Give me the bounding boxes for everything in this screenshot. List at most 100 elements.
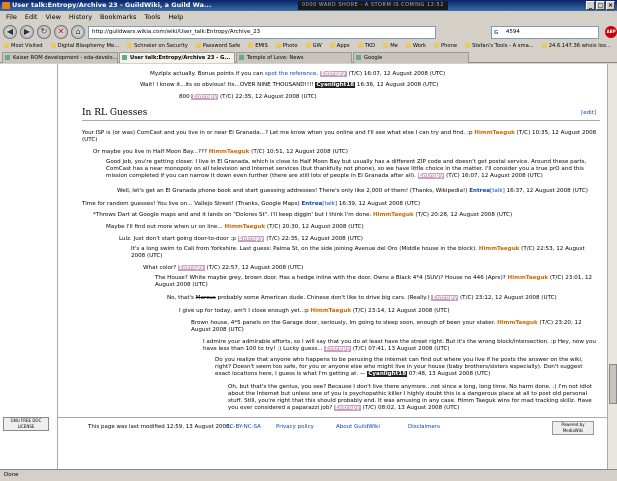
comment-post: It's a long swim to Cali from Yorkshire.… [131,246,585,259]
user-signature[interactable]: Cyanlight18 [367,371,408,377]
back-icon[interactable]: ◀ [3,25,17,39]
google-icon: G [493,29,499,36]
menu-tools[interactable]: Tools [144,11,160,23]
user-signature[interactable]: Entropy [319,71,347,77]
tab-kaiser[interactable]: Kaiser ROM development - xda-develo... [2,52,118,63]
user-signature[interactable]: HimmTaeguk [497,320,538,326]
forward-icon[interactable]: ▶ [20,25,34,39]
url-input[interactable]: http://guildwars.wikia.com/wiki/User_tal… [88,25,436,39]
section-title: In RL Guesses [82,108,148,118]
comment-post: Do you realize that anyone who happens t… [215,357,583,377]
bookmark-item[interactable]: TKD [358,41,376,52]
comment-post: Your ISP is (or was) ComCast and you liv… [82,130,597,143]
bookmark-item[interactable]: Me [383,41,398,52]
mediawiki-badge[interactable]: Powered by MediaWiki [552,421,594,435]
media-player-ticker: 0000 WARD SHORE - A STORM IS COMING 12:5… [298,1,448,10]
menu-bookmarks[interactable]: Bookmarks [100,11,136,23]
menu-bar: File Edit View History Bookmarks Tools H… [0,11,617,23]
vertical-scrollbar[interactable] [607,64,617,469]
tab-strip: Kaiser ROM development - xda-develo... U… [0,52,617,63]
comment-post: Lulz. Just don't start going door-to-doo… [119,236,363,242]
search-value: 4594 [505,28,520,35]
menu-history[interactable]: History [69,11,92,23]
comment-post: The House? White maybe grey, brown door.… [155,275,593,288]
user-signature[interactable]: Cyanlight18 [315,82,356,88]
comment-post: I give up for today, am't I close enough… [179,308,450,314]
comment-post: Good job, you're getting closer. I live … [106,159,587,179]
close-button[interactable]: × [606,1,615,10]
bookmark-item[interactable]: Work [406,41,426,52]
firefox-icon [2,2,10,9]
tab-google[interactable]: Google [353,52,469,63]
user-signature[interactable]: Entropy [237,236,265,242]
about-link[interactable]: About GuildWiki [336,424,380,430]
user-signature[interactable]: Entropy [324,346,352,352]
comment-post: No, that's Marcus probably some American… [167,295,557,301]
comment-post: What color? Entropy (T/C) 22:57, 12 Augu… [143,265,304,271]
menu-edit[interactable]: Edit [25,11,38,23]
bookmark-item[interactable]: Apps [330,41,350,52]
comment-line: Myzlplx actually. Bonus points if you ca… [150,71,446,77]
bookmarks-toolbar: Most Visited Digital Blasphemy Me... Sch… [0,41,617,52]
menu-help[interactable]: Help [168,11,183,23]
reference-link[interactable]: spot the reference. [265,71,318,77]
navigation-toolbar: ◀ ▶ ↻ ✕ ⌂ http://guildwars.wikia.com/wik… [0,23,617,41]
user-signature[interactable]: Entropy [334,405,361,411]
user-signature[interactable]: HimmTaeguk [479,246,520,252]
home-icon[interactable]: ⌂ [71,25,85,39]
comment-post: Well, let's get an El Granada phone book… [117,188,588,194]
bookmark-item[interactable]: Phone [434,41,457,52]
license-link[interactable]: CC-BY-NC-SA [226,424,261,430]
minimize-button[interactable]: _ [586,1,595,10]
status-text: Done [4,472,19,478]
menu-view[interactable]: View [45,11,60,23]
bookmark-item[interactable]: GW [306,41,322,52]
menu-file[interactable]: File [6,11,17,23]
user-signature[interactable]: HimmTaeguk [224,224,265,230]
comment-post: Brown house, 4*5 panels on the Garage do… [191,320,582,333]
struck-text: Marcus [195,295,216,301]
bookmark-item[interactable]: Schneier on Security [127,41,188,52]
bookmark-item[interactable]: Most Visited [4,41,43,52]
tab-user-talk[interactable]: User talk:Entropy/Archive 23 - G... [119,52,235,63]
gnu-license-badge[interactable]: GNU FREE DOC LICENSE [3,417,49,431]
window-title: User talk:Entropy/Archive 23 - GuildWiki… [12,1,212,9]
bookmark-item[interactable]: Password Safe [196,41,240,52]
bookmark-item[interactable]: 24.6.147.36 whois loo... [542,41,611,52]
user-signature[interactable]: HimmTaeguk [310,308,351,314]
search-input[interactable]: G 4594 [490,25,600,39]
stop-icon[interactable]: ✕ [54,25,68,39]
user-signature[interactable]: Entropy [178,265,205,271]
user-signature[interactable]: HimmTaeguk [508,275,549,281]
bookmark-item[interactable]: Stefan's Tools - A sma... [465,41,534,52]
privacy-link[interactable]: Privacy policy [276,424,314,430]
wiki-article: Myzlplx actually. Bonus points if you ca… [57,64,608,469]
section-heading: In RL Guesses [edit] [82,108,600,121]
user-signature[interactable]: Entropy [431,295,459,301]
bookmark-item[interactable]: Digital Blasphemy Me... [51,41,120,52]
edit-section-link[interactable]: [edit] [581,110,596,116]
page-content: Myzlplx actually. Bonus points if you ca… [0,64,617,469]
user-signature[interactable]: Entrea [301,201,322,207]
maximize-button[interactable]: □ [596,1,605,10]
reload-icon[interactable]: ↻ [37,25,51,39]
user-signature[interactable]: HimmTaeguk [373,212,414,218]
comment-post: *Throws Dart at Google maps and and it l… [93,212,513,218]
user-signature[interactable]: HimmTaeguk [209,149,250,155]
bookmark-item[interactable]: Photo [276,41,298,52]
adblock-icon[interactable]: ABP [605,26,617,38]
comment-post: Or maybe you live in Half Moon Bay...???… [93,149,348,155]
disclaimers-link[interactable]: Disclaimers [408,424,440,430]
page-footer: This page was last modified 12:59, 13 Au… [58,417,608,437]
comment-post: Time for random guesses! You live on... … [82,201,421,207]
title-bar: User talk:Entropy/Archive 23 - GuildWiki… [0,0,617,11]
user-signature[interactable]: HimmTaeguk [474,130,515,136]
user-signature[interactable]: Entropy [417,173,445,179]
comment-post: Oh, but that's the genius, you see? Beca… [228,384,592,411]
scrollbar-thumb[interactable] [609,364,617,404]
user-signature[interactable]: Entropy [191,94,219,100]
tab-temple-of-love[interactable]: Temple of Love: News [236,52,352,63]
browser-window: User talk:Entropy/Archive 23 - GuildWiki… [0,0,617,480]
user-signature[interactable]: Entrea [469,188,490,194]
bookmark-item[interactable]: EMIS [248,41,268,52]
